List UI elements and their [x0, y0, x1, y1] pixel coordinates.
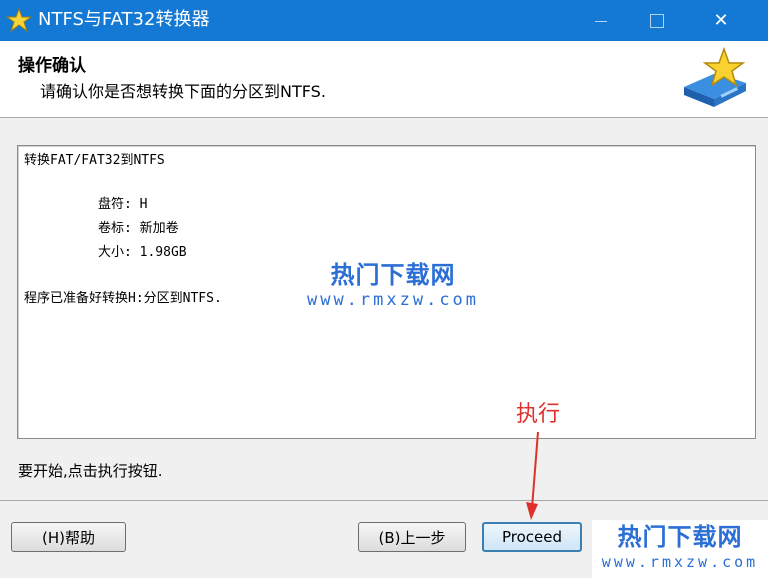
proceed-button[interactable]: Proceed — [482, 522, 582, 552]
close-icon: ✕ — [713, 10, 729, 31]
summary-line-volume-label: 卷标: 新加卷 — [98, 221, 179, 236]
annotation-label: 执行 — [516, 402, 561, 427]
window-title: NTFS与FAT32转换器 — [38, 9, 210, 30]
page-title: 操作确认 — [18, 56, 86, 76]
minimize-button[interactable] — [578, 0, 624, 41]
summary-line-drive-letter: 盘符: H — [98, 197, 148, 212]
watermark: 热门下载网 www.rmxzw.com — [298, 260, 488, 310]
star-app-icon — [6, 8, 32, 32]
summary-line-ready: 程序已准备好转换H:分区到NTFS. — [24, 291, 222, 306]
summary-textbox[interactable]: 转换FAT/FAT32到NTFS 盘符: H 卷标: 新加卷 大小: 1.98G… — [17, 145, 756, 439]
maximize-button[interactable] — [634, 0, 680, 41]
summary-line-size: 大小: 1.98GB — [98, 245, 187, 260]
wizard-header: 操作确认 请确认你是否想转换下面的分区到NTFS. — [0, 41, 768, 118]
watermark-corner-title: 热门下载网 — [617, 523, 743, 551]
star-drive-icon — [684, 47, 746, 107]
back-button[interactable]: (B)上一步 — [358, 522, 466, 552]
page-subtitle: 请确认你是否想转换下面的分区到NTFS. — [40, 82, 326, 101]
close-button[interactable]: ✕ — [698, 0, 744, 41]
watermark-corner-url: www.rmxzw.com — [601, 553, 759, 571]
summary-line-operation: 转换FAT/FAT32到NTFS — [24, 153, 165, 168]
maximize-icon — [650, 13, 664, 28]
help-button[interactable]: (H)帮助 — [11, 522, 126, 552]
title-bar: NTFS与FAT32转换器 ✕ — [0, 0, 768, 41]
annotation-arrow-icon — [526, 431, 539, 520]
header-divider — [0, 117, 768, 118]
minimize-icon — [595, 20, 607, 23]
footer-divider — [0, 500, 768, 501]
watermark-url: www.rmxzw.com — [306, 290, 480, 310]
instruction-text: 要开始,点击执行按钮. — [18, 462, 163, 480]
watermark-corner: 热门下载网 www.rmxzw.com — [592, 520, 768, 578]
watermark-title: 热门下载网 — [330, 261, 456, 289]
